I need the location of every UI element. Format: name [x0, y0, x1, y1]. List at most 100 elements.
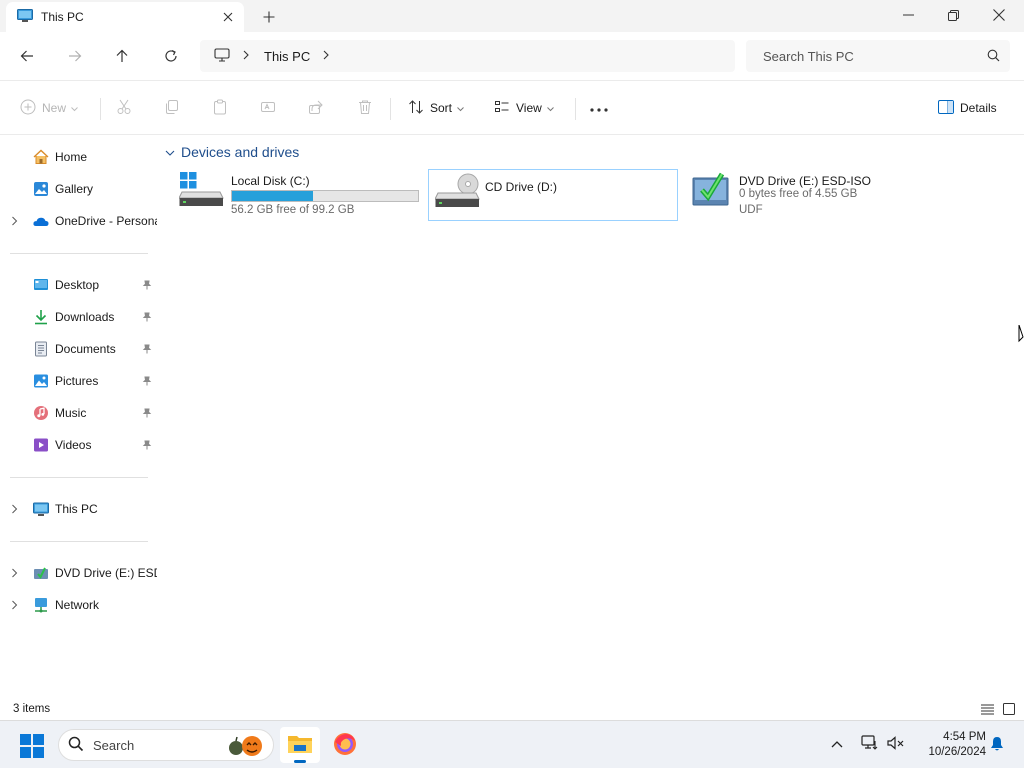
- new-tab-button[interactable]: [260, 8, 278, 26]
- chevron-right-icon[interactable]: [11, 503, 18, 517]
- network-status-icon[interactable]: [861, 735, 879, 754]
- chevron-up-icon[interactable]: [831, 737, 843, 751]
- sidebar-item-onedrive[interactable]: OneDrive - Personal: [0, 207, 160, 235]
- more-options-button[interactable]: [590, 97, 608, 119]
- sidebar-item-gallery[interactable]: Gallery: [0, 175, 160, 203]
- pin-icon[interactable]: [142, 343, 152, 357]
- gallery-icon: [33, 181, 49, 197]
- sort-button[interactable]: Sort: [408, 97, 464, 119]
- sidebar-item-home[interactable]: Home: [0, 143, 160, 171]
- copy-icon: [164, 99, 180, 118]
- sidebar-label: OneDrive - Personal: [55, 214, 157, 228]
- search-icon[interactable]: [987, 49, 1000, 65]
- status-bar: 3 items: [0, 698, 1024, 720]
- taskbar-clock[interactable]: 4:54 PM 10/26/2024: [912, 730, 986, 760]
- sidebar-label: Gallery: [55, 182, 94, 196]
- cut-button[interactable]: [116, 97, 132, 119]
- sidebar-item-this-pc[interactable]: This PC: [0, 495, 160, 523]
- sidebar-item-network[interactable]: Network: [0, 591, 160, 619]
- dvd-drive-icon: [33, 565, 49, 581]
- tiles-view-button[interactable]: [1001, 701, 1017, 717]
- pin-icon[interactable]: [142, 311, 152, 325]
- details-view-button[interactable]: [979, 701, 995, 717]
- drive-free-space: 56.2 GB free of 99.2 GB: [231, 204, 355, 216]
- chevron-right-icon[interactable]: [11, 599, 18, 613]
- pin-icon[interactable]: [142, 279, 152, 293]
- chevron-right-icon[interactable]: [11, 215, 18, 229]
- minimize-button[interactable]: [885, 0, 931, 30]
- sidebar-item-documents[interactable]: Documents: [0, 335, 160, 363]
- pictures-folder-icon: [33, 373, 49, 389]
- sidebar-label: This PC: [55, 502, 98, 516]
- paste-button[interactable]: [212, 97, 228, 119]
- this-pc-icon: [33, 501, 49, 517]
- navigation-pane: Home Gallery OneDrive - Personal Desktop…: [0, 136, 160, 696]
- taskbar-file-explorer[interactable]: [280, 727, 320, 763]
- view-label: View: [516, 101, 542, 115]
- pin-icon[interactable]: [142, 407, 152, 421]
- group-title: Devices and drives: [181, 144, 300, 160]
- taskbar: Search 4:54 PM 10/26/2024: [0, 720, 1024, 768]
- drive-name: DVD Drive (E:) ESD-ISO: [739, 174, 872, 188]
- capacity-bar-fill: [232, 191, 313, 201]
- copy-button[interactable]: [164, 97, 180, 119]
- sidebar-item-pictures[interactable]: Pictures: [0, 367, 160, 395]
- new-button[interactable]: New: [20, 97, 78, 119]
- view-button[interactable]: View: [494, 97, 554, 119]
- sidebar-item-downloads[interactable]: Downloads: [0, 303, 160, 331]
- notification-bell-icon[interactable]: [990, 736, 1004, 755]
- close-tab-icon[interactable]: [220, 9, 236, 25]
- drive-tile-e[interactable]: DVD Drive (E:) ESD-ISO 0 bytes free of 4…: [692, 170, 932, 222]
- forward-button[interactable]: [63, 44, 87, 68]
- search-box[interactable]: Search This PC: [746, 40, 1010, 72]
- divider: [100, 98, 101, 120]
- start-button[interactable]: [20, 734, 44, 761]
- chevron-right-icon[interactable]: [242, 49, 250, 63]
- view-icon: [494, 99, 510, 118]
- clock-time: 4:54 PM: [943, 731, 986, 743]
- drive-name: Local Disk (C:): [231, 174, 310, 188]
- monitor-icon: [214, 47, 230, 65]
- up-button[interactable]: [110, 44, 134, 68]
- chevron-down-icon: [457, 101, 464, 115]
- tab-this-pc[interactable]: This PC: [6, 2, 244, 32]
- divider: [10, 477, 148, 478]
- taskbar-firefox[interactable]: [325, 727, 365, 763]
- sidebar-item-videos[interactable]: Videos: [0, 431, 160, 459]
- pin-icon[interactable]: [142, 439, 152, 453]
- firefox-icon: [333, 732, 357, 759]
- close-window-button[interactable]: [976, 0, 1022, 30]
- divider: [10, 253, 148, 254]
- drive-tile-c[interactable]: Local Disk (C:) 56.2 GB free of 99.2 GB: [178, 170, 424, 222]
- details-pane-button[interactable]: Details: [938, 97, 997, 119]
- item-count: 3 items: [13, 703, 51, 715]
- drive-name: CD Drive (D:): [485, 180, 557, 194]
- sidebar-item-desktop[interactable]: Desktop: [0, 271, 160, 299]
- sidebar-item-dvd-drive[interactable]: DVD Drive (E:) ESD-ISO: [0, 559, 160, 587]
- documents-folder-icon: [33, 341, 49, 357]
- refresh-button[interactable]: [159, 44, 183, 68]
- chevron-right-icon[interactable]: [322, 49, 330, 63]
- taskbar-search-placeholder: Search: [93, 737, 135, 753]
- address-bar[interactable]: This PC: [200, 40, 735, 72]
- sidebar-item-music[interactable]: Music: [0, 399, 160, 427]
- share-button[interactable]: [308, 97, 324, 119]
- chevron-right-icon[interactable]: [11, 567, 18, 581]
- search-highlight-icon: [225, 734, 265, 761]
- tab-title: This PC: [41, 10, 84, 24]
- pin-icon[interactable]: [142, 375, 152, 389]
- drive-tile-d[interactable]: CD Drive (D:): [428, 169, 678, 221]
- sort-label: Sort: [430, 101, 453, 115]
- rename-button[interactable]: [260, 97, 276, 119]
- breadcrumb-this-pc[interactable]: This PC: [264, 49, 310, 64]
- volume-muted-icon[interactable]: [887, 735, 905, 754]
- divider: [575, 98, 576, 120]
- search-placeholder: Search This PC: [763, 48, 854, 64]
- back-button[interactable]: [15, 44, 39, 68]
- group-header-devices[interactable]: Devices and drives: [165, 144, 299, 160]
- chevron-down-icon[interactable]: [165, 144, 175, 160]
- delete-button[interactable]: [357, 97, 373, 119]
- taskbar-search[interactable]: Search: [58, 729, 274, 761]
- videos-folder-icon: [33, 437, 49, 453]
- restore-button[interactable]: [930, 0, 976, 30]
